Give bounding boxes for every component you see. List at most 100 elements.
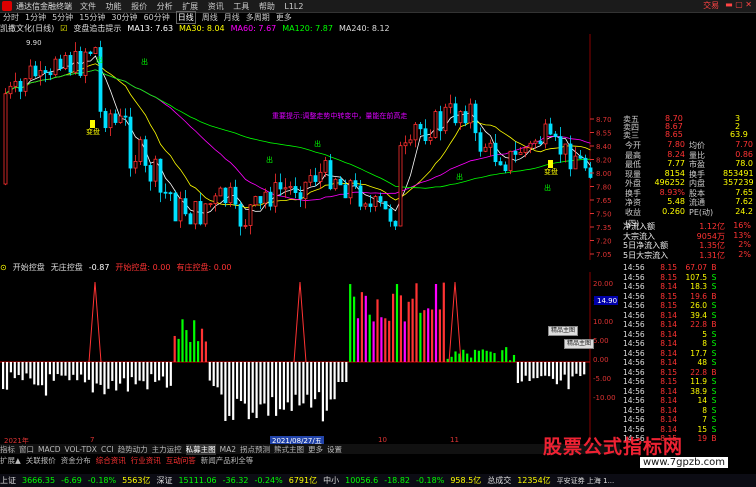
indicator-bar [329,362,332,400]
candle [508,150,513,172]
ext-fund-distribution[interactable]: 资金分布 [61,455,91,466]
indicator-bar [232,362,235,420]
indicator-bar [298,362,301,406]
tick-time: 14:56 [623,405,645,415]
candle [283,187,288,190]
candle [128,116,133,169]
sh-amount: 5563亿 [122,476,151,485]
tab-vol[interactable]: VOL-TDX [64,445,96,454]
tick-direction: S [711,424,717,434]
period-timeshare[interactable]: 分时 [3,12,19,23]
tab-trend[interactable]: 趋势动力 [118,444,148,455]
indicator-bar [353,296,356,362]
indicator-bar [150,362,153,375]
indicator-bar [165,362,168,388]
period-weekly[interactable]: 周线 [202,12,218,23]
tab-main-control[interactable]: 主力运控 [152,444,182,455]
window-controls-icon[interactable]: ▬ ▢ ✕ [725,0,752,11]
indicator-bar [368,314,371,362]
checkbox-icon[interactable]: ☑ [60,24,67,33]
indicator-legend: ⊙ 开始控盘 无庄控盘 -0.87 开始控盘: 0.00 有庄控盘: 0.00 [0,262,238,272]
sme-name[interactable]: 中小 [323,475,339,486]
ext-qa[interactable]: 互动问答 [166,455,196,466]
tab-ma2[interactable]: MA2 [220,445,236,454]
candle [513,150,518,155]
indicator-name[interactable]: 开始控盘 [13,262,45,273]
period-15min[interactable]: 15分钟 [79,12,105,23]
period-daily[interactable]: 日线 [175,10,196,24]
tick-price: 8.15 [660,377,677,387]
tick-volume: 14 [697,396,707,406]
tick-row: 14:56 8.14 5 S [623,330,756,340]
indicator-chart[interactable]: 20.0015.0010.005.000.00-5.00-10.00 14.90 [0,272,620,444]
ext-general-news[interactable]: 综合资讯 [96,455,126,466]
candle [343,184,348,199]
candles [3,40,593,236]
indicator-bars [0,281,590,422]
tick-price: 8.14 [660,329,677,339]
candle [403,142,408,147]
tab-macd[interactable]: MACD [38,445,60,454]
ext-industry-news[interactable]: 行业资讯 [131,455,161,466]
indicator-bar [267,362,270,416]
annotation-text: 重要提示:调整走势中转变中，量能在前高走 [272,111,407,120]
ext-news-products[interactable]: 新闻产品利全等 [201,455,254,466]
candle [33,65,38,77]
menu-quote[interactable]: 报价 [131,2,147,11]
l1l2-label[interactable]: L1L2 [284,2,303,11]
tab-indicator[interactable]: 指标 [0,444,15,455]
tick-volume: 7 [702,415,707,425]
period-60min[interactable]: 60分钟 [144,12,170,23]
tab-bear[interactable]: 熊式主图 [274,444,304,455]
tab-more[interactable]: 更多 [308,444,323,455]
indicator-bar [317,362,321,393]
ext-related-quote[interactable]: 关联报价 [26,455,56,466]
sh-name[interactable]: 上证 [0,475,16,486]
sz-value: 15111.06 [178,476,217,485]
candle [138,139,143,162]
tick-price: 8.14 [660,320,677,330]
period-multi[interactable]: 多周期 [246,12,270,23]
indicator-bar [473,349,477,362]
indicator-bar [540,362,543,377]
menu-extend[interactable]: 扩展 [182,2,198,11]
stock-title[interactable]: 凯撒文化(日线) [0,23,54,34]
indicator-bar [146,362,149,390]
menu-tools[interactable]: 工具 [233,2,249,11]
menu-function[interactable]: 功能 [106,2,122,11]
candle [288,186,293,189]
tab-turning[interactable]: 拐点预测 [240,444,270,455]
candle [388,208,393,222]
main-chart-button-1[interactable]: 精品主图 [548,326,579,336]
menu-analysis[interactable]: 分析 [157,2,173,11]
ext-toggle[interactable]: 扩展▲ [0,455,21,466]
indicator-icon[interactable]: ⊙ [0,263,7,272]
tab-settings[interactable]: 设置 [327,444,342,455]
tab-private-main[interactable]: 私募主图 [185,443,216,455]
main-chart-button-2[interactable]: 精品主图 [564,339,595,349]
menu-file[interactable]: 文件 [80,2,96,11]
trade-button[interactable]: 交易 [703,0,719,11]
menu-news[interactable]: 资讯 [208,2,224,11]
tab-window[interactable]: 窗口 [19,444,34,455]
tab-cci[interactable]: CCI [101,445,114,454]
sz-name[interactable]: 深证 [156,475,172,486]
candlestick-chart[interactable]: 9.90 重要提示:调整走势中转变中，量能在前高走 变盘出 出出出出变盘出 8.7… [0,34,620,260]
tick-row: 14:56 8.14 22.8 B [623,320,756,330]
period-30min[interactable]: 30分钟 [111,12,137,23]
tick-time: 14:56 [623,367,645,377]
candle [458,111,463,124]
indicator-bar [567,362,570,390]
menu-help[interactable]: 帮助 [259,2,275,11]
period-more[interactable]: 更多 [276,12,292,23]
period-monthly[interactable]: 月线 [224,12,240,23]
candle [353,180,358,187]
candle [553,133,558,138]
tick-price: 8.14 [660,415,677,425]
indicator-bar [505,347,508,362]
candle [268,191,273,207]
period-5min[interactable]: 5分钟 [52,12,73,23]
period-1min[interactable]: 1分钟 [25,12,46,23]
indicator-bar [559,362,562,381]
indicator-bar [364,295,367,362]
